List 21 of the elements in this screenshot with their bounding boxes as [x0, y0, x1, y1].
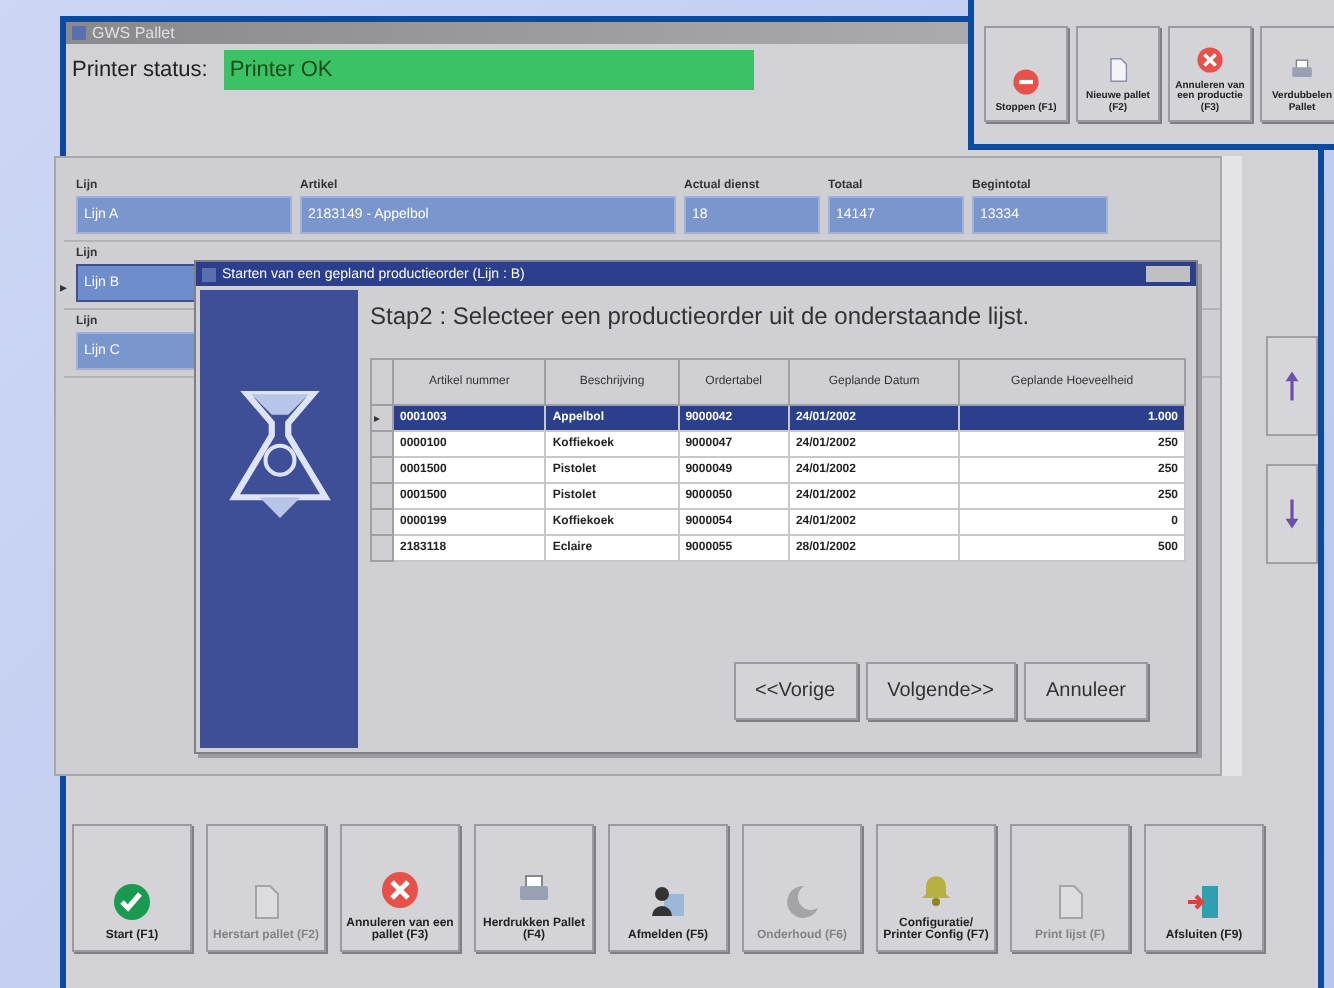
- cancel-icon: [1196, 45, 1224, 73]
- dialog-button[interactable]: <<Vorige: [733, 662, 858, 720]
- printer-status-field: Printer OK: [223, 50, 754, 90]
- app-icon: [72, 26, 86, 40]
- step-heading: Stap2 : Selecteer een productieorder uit de onderstaande lijst.: [370, 302, 1032, 330]
- window-title: GWS Pallet: [92, 24, 175, 42]
- up-arrow-icon: [1284, 370, 1300, 402]
- dialog-button[interactable]: Volgende>>: [865, 662, 1016, 720]
- printer-status-label: Printer status:: [72, 58, 208, 82]
- app-icon: [202, 267, 216, 281]
- check-icon: [112, 882, 152, 923]
- cancel-icon: [380, 869, 420, 910]
- scrollbar[interactable]: [1222, 156, 1242, 776]
- dialog-button[interactable]: Annuleer: [1023, 662, 1148, 720]
- moon-icon: [782, 882, 822, 923]
- exit-icon: [1184, 882, 1224, 923]
- scroll-up-button[interactable]: [1266, 336, 1318, 436]
- down-arrow-icon: [1284, 498, 1300, 530]
- page-icon: [1104, 56, 1132, 84]
- stop-icon: [1012, 67, 1040, 95]
- scroll-down-button[interactable]: [1266, 464, 1318, 564]
